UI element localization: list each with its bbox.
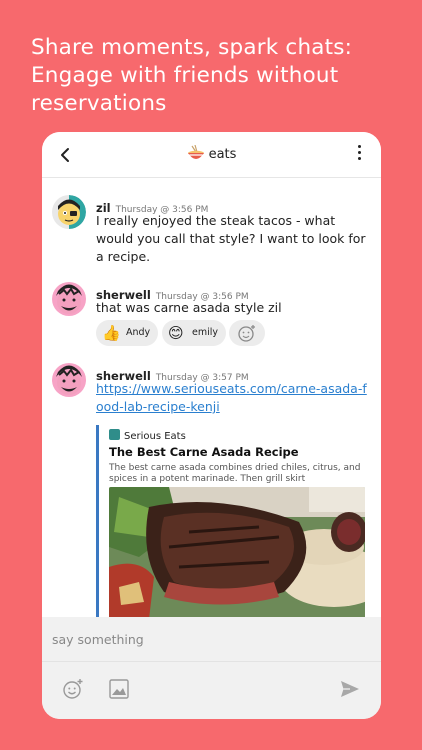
more-options-icon[interactable] [357, 145, 363, 165]
preview-image [109, 487, 365, 617]
channel-header: eats [42, 132, 381, 178]
message-text: I really enjoyed the steak tacos - what … [96, 213, 366, 264]
preview-description: The best carne asada combines dried chil… [109, 463, 361, 484]
add-reaction-button[interactable] [229, 320, 265, 346]
image-upload-icon[interactable] [107, 677, 131, 701]
link-preview-card[interactable]: Serious Eats The Best Carne Asada Recipe… [96, 425, 381, 617]
reaction-chip[interactable]: 😊 emily [162, 320, 226, 346]
preview-title: The Best Carne Asada Recipe [109, 445, 299, 459]
noodle-bowl-icon [187, 144, 205, 161]
thumbs-up-icon: 👍 [102, 324, 121, 342]
add-emoji-icon [238, 325, 255, 342]
emoji-picker-icon[interactable] [61, 677, 85, 701]
channel-title[interactable]: eats [42, 144, 381, 162]
message-feed[interactable]: zil Thursday @ 3:56 PM I really enjoyed t… [42, 179, 381, 617]
message-input[interactable] [42, 617, 381, 661]
send-icon[interactable] [338, 677, 362, 701]
site-favicon-icon [109, 429, 120, 440]
reaction-user: emily [192, 327, 218, 338]
composer-toolbar [42, 661, 381, 719]
avatar[interactable] [52, 195, 86, 229]
message-link-text: https://www.seriouseats.com/carne-asada-… [96, 380, 368, 416]
message-composer [42, 617, 381, 661]
recipe-link[interactable]: https://www.seriouseats.com/carne-asada-… [96, 381, 367, 414]
reaction-user: Andy [126, 327, 151, 338]
avatar[interactable] [52, 282, 86, 316]
avatar[interactable] [52, 363, 86, 397]
phone-screen: eats zil Thursday @ 3:56 PM I really enj… [42, 132, 381, 719]
promo-headline: Share moments, spark chats: Engage with … [31, 35, 353, 116]
preview-site: Serious Eats [109, 429, 186, 442]
channel-name: eats [208, 147, 237, 162]
reaction-chip[interactable]: 👍 Andy [96, 320, 158, 346]
smile-icon: 😊 [168, 324, 184, 342]
message-text: that was carne asada style zil [96, 300, 282, 315]
